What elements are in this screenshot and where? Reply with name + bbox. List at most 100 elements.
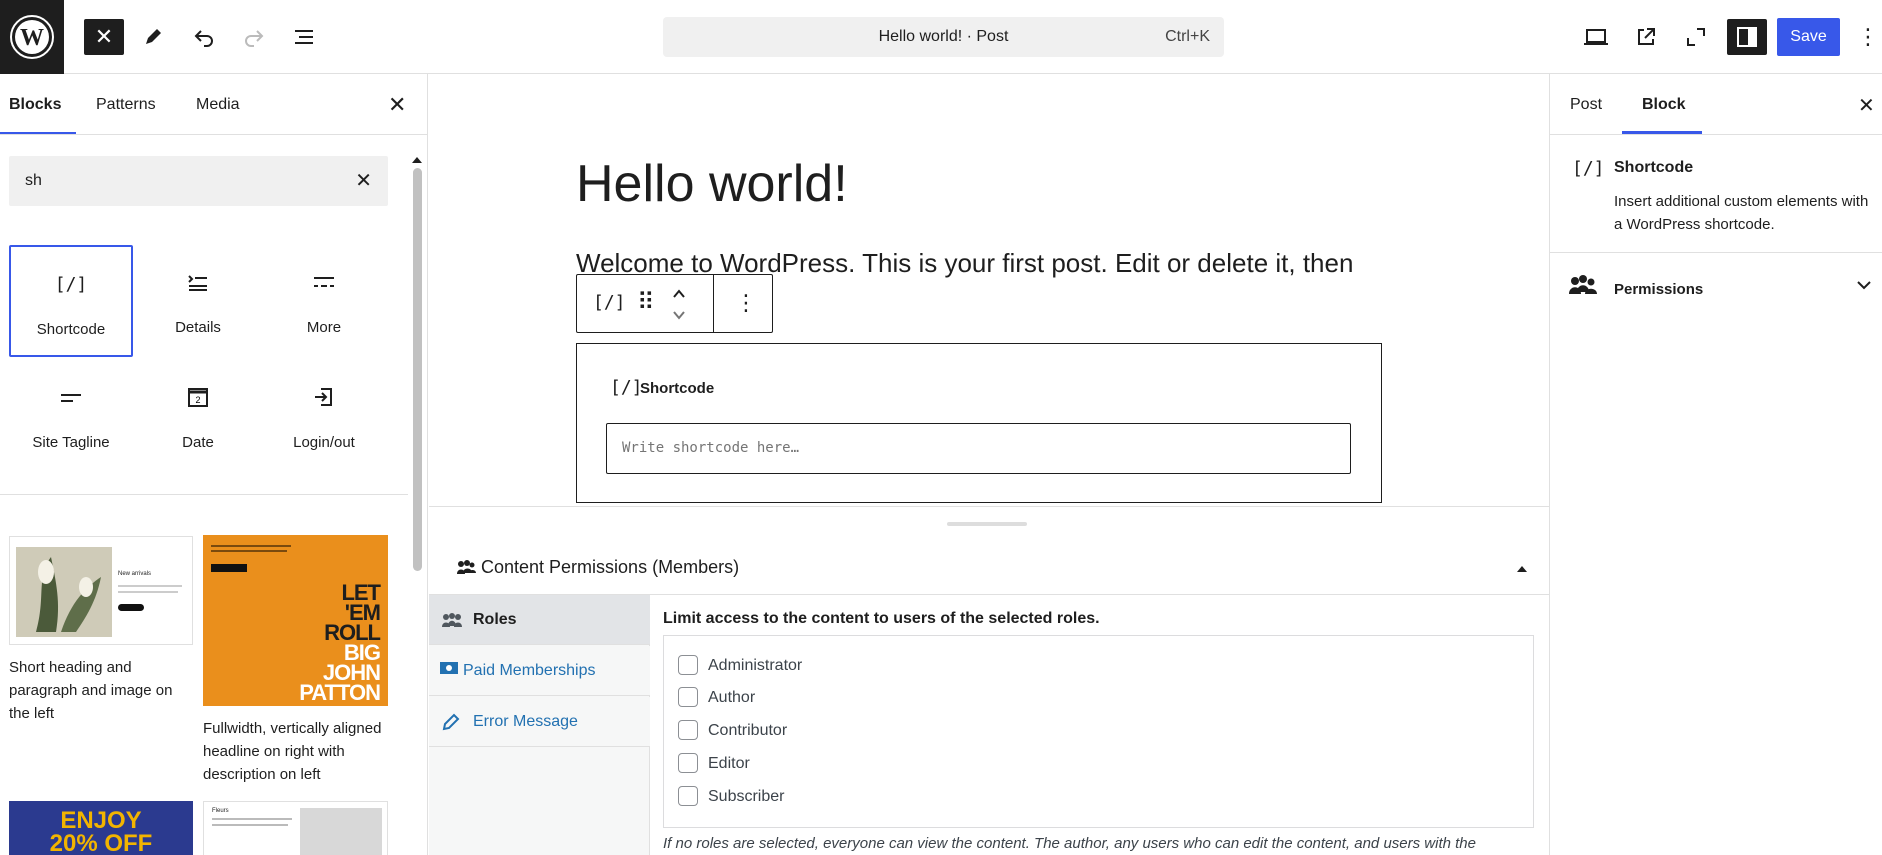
block-item-shortcode[interactable]: [/] Shortcode [9, 245, 133, 357]
checkbox[interactable] [678, 786, 698, 806]
document-overview-button[interactable] [284, 19, 324, 55]
svg-text:2: 2 [195, 395, 200, 405]
chevron-down-icon [673, 311, 685, 320]
undo-icon [194, 30, 213, 47]
role-label: Subscriber [708, 788, 785, 805]
fullscreen-button[interactable] [1676, 19, 1716, 55]
pencil-icon [146, 29, 161, 44]
pattern-thumb-heading: New arrivals [118, 571, 152, 577]
post-title[interactable]: Hello world! [576, 154, 848, 214]
settings-button[interactable] [1727, 19, 1767, 55]
block-item-more[interactable]: More [262, 245, 386, 357]
pattern-thumb-heading: Fleurs [212, 808, 229, 814]
thumb-button [211, 564, 247, 572]
options-button[interactable]: ⋮ [1856, 19, 1880, 55]
drag-handle-icon: ⠿ [637, 289, 654, 316]
login-icon [262, 382, 386, 412]
wordpress-logo-button[interactable]: W [0, 0, 64, 74]
move-up-button[interactable] [672, 287, 686, 299]
pattern-thumb-text: LET 'EM ROLL BIG JOHN PATTON [270, 580, 381, 705]
block-item-label: More [306, 319, 342, 336]
pattern-thumb-headline: LET 'EM ROLL BIG JOHN PATTON [299, 580, 381, 705]
pattern-caption: Fullwidth, vertically aligned headline o… [203, 720, 382, 783]
checkbox[interactable] [678, 753, 698, 773]
date-icon: 2 [136, 382, 260, 412]
block-item-details[interactable]: Details [136, 245, 260, 357]
details-icon [136, 267, 260, 297]
shortcode-block[interactable]: [/] Shortcode Write shortcode here… [576, 343, 1382, 503]
tools-button[interactable] [133, 19, 173, 55]
close-icon: ✕ [94, 24, 114, 49]
close-settings-button[interactable]: ✕ [1858, 93, 1875, 118]
preview-button[interactable] [1576, 19, 1616, 55]
thumb-line [212, 818, 292, 820]
permissions-icon [1569, 275, 1597, 294]
divider [0, 494, 408, 495]
role-label: Author [708, 689, 756, 706]
thumb-button [118, 604, 144, 611]
clear-search-button[interactable]: ✕ [355, 168, 372, 193]
tab-media[interactable]: Media [196, 96, 240, 114]
nav-paid-memberships[interactable]: Paid Memberships [429, 646, 650, 696]
thumb-line [211, 550, 287, 552]
checkbox[interactable] [678, 655, 698, 675]
pattern-preview-short-heading[interactable]: New arrivals [9, 536, 193, 645]
users-icon [457, 560, 476, 574]
block-item-date[interactable]: 2 Date [136, 360, 260, 472]
caret-up-icon [1517, 566, 1527, 572]
nav-roles[interactable]: Roles [429, 595, 650, 645]
close-panel-button[interactable]: ✕ [388, 92, 406, 118]
thumb-line [212, 824, 288, 826]
block-card-title: Shortcode [1614, 159, 1694, 176]
block-item-label: Site Tagline [32, 434, 110, 451]
checkbox[interactable] [678, 720, 698, 740]
shortcode-icon: [/] [610, 377, 643, 398]
block-item-site-tagline[interactable]: Site Tagline [9, 360, 133, 472]
tab-patterns[interactable]: Patterns [96, 96, 156, 114]
editor-canvas: Hello world! Welcome to WordPress. This … [429, 74, 1549, 506]
permissions-panel-toggle[interactable]: Permissions [1550, 253, 1882, 314]
role-label: Contributor [708, 722, 788, 739]
tab-post[interactable]: Post [1570, 96, 1602, 114]
nav-label: Roles [473, 611, 517, 628]
save-button[interactable]: Save [1777, 18, 1840, 56]
svg-text:W: W [20, 25, 44, 51]
drag-handle[interactable]: ⠿ [637, 288, 654, 317]
plant-image [16, 547, 112, 637]
tab-blocks[interactable]: Blocks [9, 96, 61, 114]
redo-button[interactable] [234, 19, 274, 55]
divider [0, 134, 427, 135]
pattern-preview-fullwidth-headline[interactable]: LET 'EM ROLL BIG JOHN PATTON [203, 535, 388, 706]
undo-button[interactable] [184, 19, 224, 55]
pattern-preview-flowers[interactable]: Fleurs [203, 801, 388, 855]
divider [1550, 134, 1882, 135]
move-down-button[interactable] [672, 309, 686, 321]
chevron-down-icon [1857, 281, 1871, 290]
metabox-title: Content Permissions (Members) [481, 557, 740, 577]
fullscreen-icon [1687, 28, 1705, 46]
collapse-metabox-button[interactable] [1516, 563, 1528, 573]
shortcode-block-label: Shortcode [640, 380, 715, 397]
pattern-preview-sale[interactable]: ENJOY 20% OFF [9, 801, 193, 855]
block-type-button[interactable]: [/] [593, 292, 626, 313]
flower-image [300, 808, 382, 855]
nav-error-message[interactable]: Error Message [429, 697, 650, 747]
view-post-button[interactable] [1626, 19, 1666, 55]
checkbox[interactable] [678, 687, 698, 707]
editor-header: W ✕ Hello world! · Post Ctrl+K Save ⋮ [0, 0, 1882, 74]
tab-block[interactable]: Block [1642, 96, 1686, 114]
close-inserter-button[interactable]: ✕ [84, 19, 124, 55]
shortcode-icon: [/] [593, 292, 626, 313]
external-link-icon [1638, 28, 1655, 45]
block-search-input[interactable]: sh ✕ [9, 156, 388, 206]
block-item-login-out[interactable]: Login/out [262, 360, 386, 472]
block-inserter-panel: Blocks Patterns Media ✕ sh ✕ [/] Shortco… [0, 74, 428, 855]
nav-label: Error Message [473, 713, 578, 730]
block-options-button[interactable]: ⋮ [735, 290, 757, 316]
command-palette-button[interactable]: Hello world! · Post Ctrl+K [663, 17, 1224, 57]
scrollbar-thumb[interactable] [413, 168, 422, 571]
shortcode-input[interactable]: Write shortcode here… [606, 423, 1351, 474]
inserter-scrollbar[interactable] [411, 154, 423, 855]
resize-handle[interactable] [947, 522, 1027, 526]
shortcode-icon: [/] [1572, 158, 1605, 179]
